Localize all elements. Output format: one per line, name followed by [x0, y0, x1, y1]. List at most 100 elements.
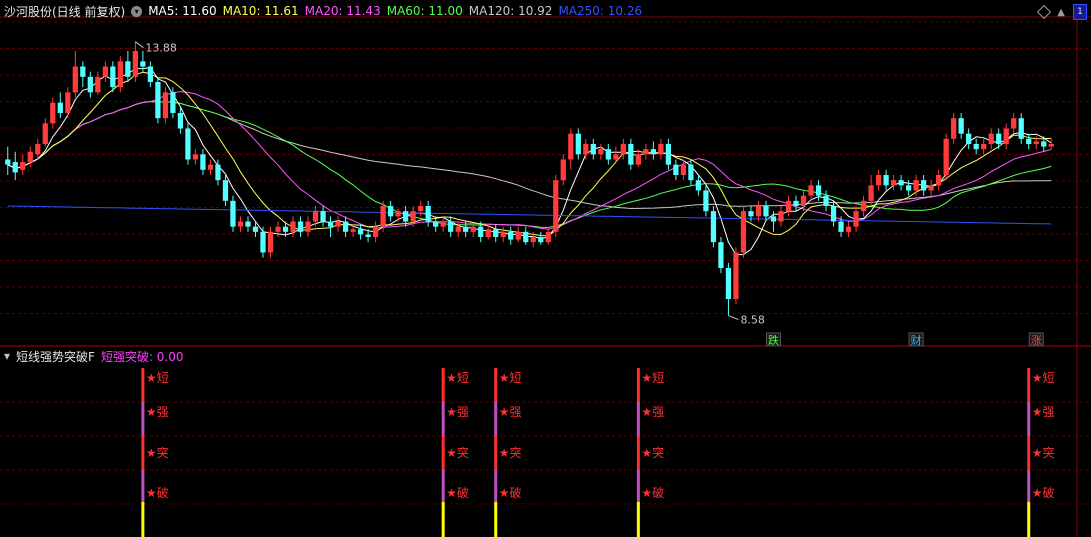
indicator-collapse-icon[interactable]: ▾ — [4, 349, 10, 363]
signal-label: ★破 — [1032, 485, 1055, 500]
candle-body — [102, 66, 108, 77]
stock-title: 沙河股份(日线 前复权) — [4, 4, 126, 19]
candle — [598, 144, 604, 160]
candle — [515, 226, 521, 243]
candle-body — [703, 190, 709, 212]
candle-body — [590, 144, 596, 155]
diamond-icon[interactable] — [1037, 4, 1052, 20]
candle — [5, 146, 11, 175]
candle-body — [147, 66, 154, 82]
candle-body — [57, 102, 63, 113]
candle — [943, 133, 949, 181]
candle-body — [920, 180, 927, 191]
candle — [425, 200, 431, 227]
candle — [1026, 133, 1032, 150]
kline-chart[interactable]: 13.88 8.58跌 财 涨 ★短 ★强 ★突 ★破 ★短 ★强 ★突 ★破 ★短 ★强 ★突 ★破 ★短 ★强… — [0, 0, 1091, 537]
candle — [988, 128, 994, 150]
indicator-legend: ▾ 短线强势突破F 短强突破: 0.00 — [4, 349, 184, 364]
signal-label: ★突 — [146, 445, 169, 460]
event-marker: 财 — [911, 333, 922, 347]
candle — [695, 175, 702, 196]
candle-body — [575, 133, 581, 155]
signal-bar — [141, 470, 145, 502]
candle-body — [973, 144, 979, 150]
candle — [643, 144, 649, 160]
candle — [275, 221, 281, 237]
candle-body — [1026, 138, 1032, 144]
candle-body — [117, 61, 123, 88]
candle-body — [177, 113, 184, 129]
candle-body — [418, 206, 424, 212]
candle-body — [87, 76, 93, 93]
candle — [72, 51, 78, 98]
signal-label: ★强 — [146, 405, 169, 419]
signal-bar — [141, 502, 145, 537]
candle — [725, 262, 732, 316]
candle — [898, 175, 904, 191]
candle-body — [740, 211, 747, 253]
collapse-icon[interactable]: ▾ — [131, 5, 143, 17]
candle-body — [342, 221, 349, 232]
candle — [12, 151, 18, 181]
candle-body — [493, 229, 499, 237]
candle — [20, 154, 26, 175]
candle-body — [305, 221, 311, 232]
candle-body — [898, 180, 904, 186]
candle — [658, 138, 664, 160]
candle — [973, 138, 979, 155]
candle-body — [785, 200, 792, 212]
signal-label: ★短 — [1032, 371, 1055, 385]
candle-body — [598, 149, 604, 155]
candle — [740, 206, 747, 258]
chart-legend: 沙河股份(日线 前复权) ▾ MA5: 11.60 MA10: 11.61 MA… — [4, 3, 642, 19]
candle — [230, 195, 236, 232]
candle-body — [545, 231, 551, 243]
caret-up-icon[interactable]: ▲ — [1057, 7, 1065, 18]
candle-body — [350, 229, 356, 232]
ma5-label: MA5: 11.60 — [148, 4, 217, 18]
candle — [207, 159, 214, 175]
signal-label: ★突 — [446, 445, 469, 460]
candle-body — [725, 268, 732, 299]
candle-body — [72, 66, 78, 93]
candle — [628, 138, 634, 170]
candle-body — [20, 162, 26, 170]
candle — [808, 180, 814, 201]
signal-label: ★破 — [146, 485, 169, 500]
candle-body — [245, 221, 251, 227]
candle-body — [433, 221, 439, 227]
candle-body — [237, 221, 244, 227]
candle-body — [5, 159, 11, 165]
signal-bar — [1027, 502, 1031, 537]
signal-bar — [636, 470, 640, 502]
candle-body — [275, 226, 281, 232]
candle-body — [808, 185, 814, 196]
candle — [951, 113, 957, 144]
signal-label: ★强 — [641, 405, 664, 419]
candle — [905, 180, 912, 196]
candle — [87, 71, 93, 98]
signal-bar — [441, 436, 445, 470]
candle-body — [372, 226, 379, 237]
candle-body — [448, 221, 454, 232]
candle-body — [125, 61, 131, 77]
candle-body — [80, 66, 86, 77]
corner-badge[interactable]: 1 — [1073, 4, 1087, 20]
candle — [710, 206, 717, 248]
candle-body — [605, 149, 611, 160]
candle — [845, 221, 852, 237]
candle — [357, 224, 364, 240]
candle-body — [320, 211, 326, 222]
candle-body — [403, 211, 409, 222]
candle-body — [628, 144, 634, 165]
candle-body — [500, 231, 506, 237]
signal-label: ★突 — [499, 445, 522, 460]
candle-body — [380, 206, 386, 227]
high-pointer — [135, 41, 144, 49]
signal-bar — [141, 436, 145, 470]
signal-bar — [1027, 436, 1031, 470]
candle — [620, 138, 626, 160]
candle — [237, 216, 244, 232]
candle-body — [770, 216, 777, 222]
candle-body — [710, 211, 717, 243]
